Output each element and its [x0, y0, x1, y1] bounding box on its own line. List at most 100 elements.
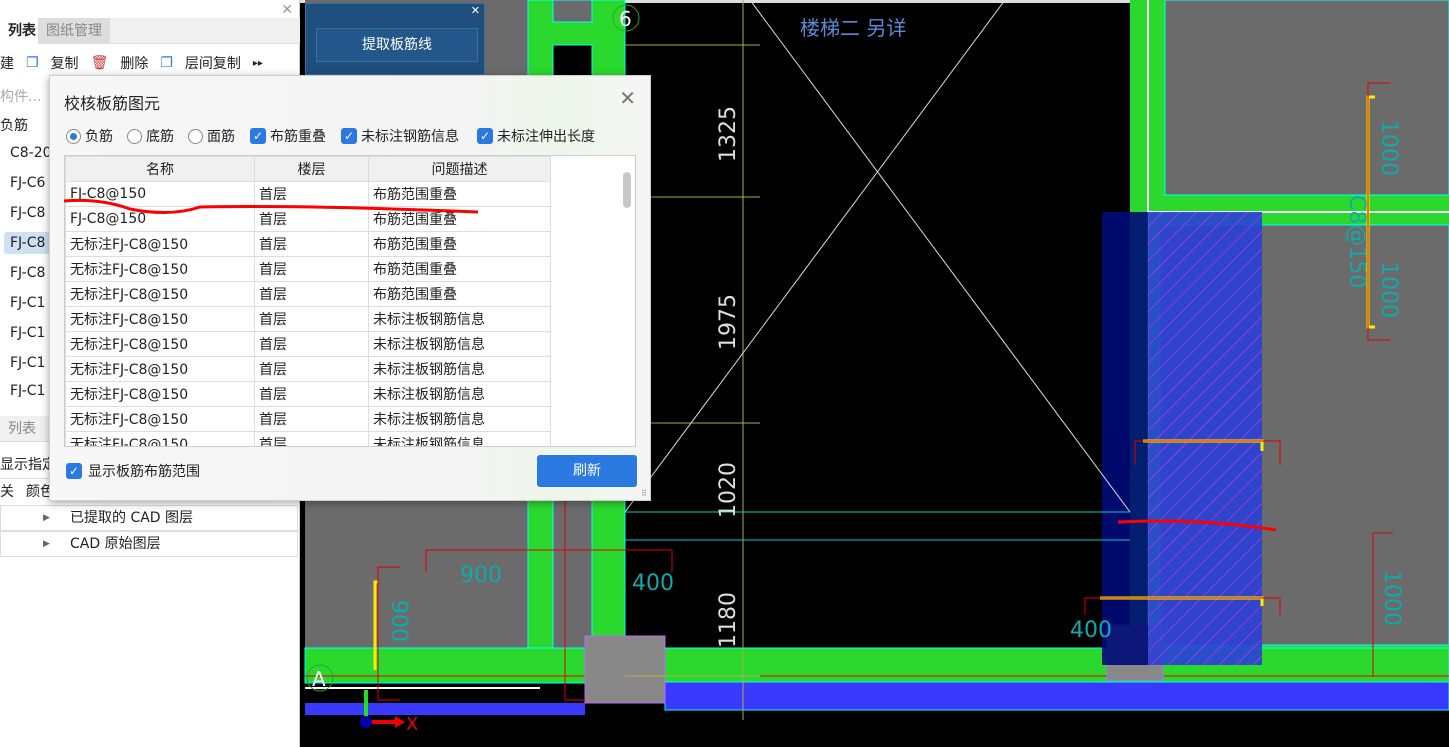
tree-item[interactable]: FJ-C1 — [10, 355, 45, 371]
cell-issue: 布筋范围重叠 — [368, 256, 551, 282]
cell-name: 无标注FJ-C8@150 — [65, 406, 255, 432]
tree-item[interactable]: FJ-C6 — [10, 175, 45, 191]
tree-item-selected[interactable]: FJ-C8 — [4, 232, 52, 254]
dim-1020: 1020 — [716, 462, 741, 518]
cell-floor: 首层 — [254, 431, 369, 446]
layer-row[interactable]: ▶ CAD 原始图层 — [0, 531, 298, 557]
cad-note: 楼梯二 另详 — [800, 16, 906, 40]
delete-icon: 🗑 — [90, 55, 109, 71]
table-row[interactable]: 无标注FJ-C8@150 首层 未标注板钢筋信息 — [65, 331, 551, 357]
col-on-off: 关 — [0, 484, 14, 500]
length-label: 900 — [386, 600, 411, 642]
resize-grip-icon[interactable]: ⠿ — [641, 489, 647, 498]
dim-1325: 1325 — [716, 106, 741, 162]
dim-1975: 1975 — [716, 294, 741, 350]
close-icon[interactable]: ✕ — [619, 86, 636, 110]
cell-name: 无标注FJ-C8@150 — [65, 331, 255, 357]
length-label: 400 — [1070, 618, 1112, 643]
table-row[interactable]: 无标注FJ-C8@150 首层 未标注板钢筋信息 — [65, 431, 551, 446]
cell-issue: 未标注板钢筋信息 — [368, 356, 551, 382]
axis-label-a: A — [312, 667, 326, 691]
cell-name: 无标注FJ-C8@150 — [65, 356, 255, 382]
cell-issue: 布筋范围重叠 — [368, 281, 551, 307]
length-label: 1000 — [1376, 262, 1401, 318]
check-rebar-dialog: 校核板筋图元 ✕ 负筋 底筋 面筋 ✓ 布筋重叠 ✓ 未标注钢筋信息 ✓ 未标注伸出长… — [49, 75, 651, 501]
tree-item[interactable]: C8-20 — [10, 145, 52, 161]
floor-copy-icon: ❐ — [160, 55, 173, 71]
extract-rebar-line-button[interactable]: 提取板筋线 — [316, 28, 478, 62]
length-label: 1000 — [1379, 570, 1404, 626]
layer-name: CAD 原始图层 — [70, 536, 161, 552]
close-icon[interactable]: ✕ — [471, 4, 480, 17]
length-label: 900 — [460, 563, 502, 588]
layer-name: 已提取的 CAD 图层 — [70, 510, 194, 526]
check-unlabeled-info[interactable]: ✓ 未标注钢筋信息 — [341, 126, 459, 146]
length-label: 1000 — [1376, 120, 1401, 176]
expand-icon[interactable]: ▶ — [43, 506, 50, 530]
radio-top[interactable]: 面筋 — [188, 126, 235, 146]
tree-item[interactable]: FJ-C1 — [10, 325, 45, 341]
check-icon: ✓ — [250, 128, 266, 144]
cell-issue: 未标注板钢筋信息 — [368, 406, 551, 432]
table-row[interactable]: 无标注FJ-C8@150 首层 未标注板钢筋信息 — [65, 381, 551, 407]
check-icon: ✓ — [341, 128, 357, 144]
refresh-button[interactable]: 刷新 — [537, 455, 637, 487]
filter-label[interactable]: 显示指定 — [0, 454, 56, 474]
tree-item[interactable]: FJ-C8 — [10, 265, 45, 281]
cell-name: 无标注FJ-C8@150 — [65, 231, 255, 257]
radio-negative[interactable]: 负筋 — [66, 126, 113, 146]
floor-copy-button[interactable]: 层间复制 — [185, 53, 241, 73]
tree-item[interactable]: FJ-C8 — [10, 205, 45, 221]
table-row[interactable]: 无标注FJ-C8@150 首层 未标注板钢筋信息 — [65, 406, 551, 432]
cell-floor: 首层 — [254, 356, 369, 382]
check-overlap[interactable]: ✓ 布筋重叠 — [250, 126, 326, 146]
cell-name: 无标注FJ-C8@150 — [65, 431, 255, 446]
toolbar: 建 ❐ 复制 🗑 删除 ❐ 层间复制 ▸▸ — [0, 50, 271, 76]
tree-root[interactable]: 负筋 — [0, 115, 28, 135]
radio-bottom[interactable]: 底筋 — [127, 126, 174, 146]
check-icon: ✓ — [66, 463, 82, 479]
copy-button[interactable]: 复制 — [51, 53, 79, 73]
col-name[interactable]: 名称 — [65, 156, 255, 182]
col-floor[interactable]: 楼层 — [254, 156, 369, 182]
table-row[interactable]: 无标注FJ-C8@150 首层 布筋范围重叠 — [65, 256, 551, 282]
table-row[interactable]: 无标注FJ-C8@150 首层 布筋范围重叠 — [65, 281, 551, 307]
check-unlabeled-length[interactable]: ✓ 未标注伸出长度 — [477, 126, 595, 146]
table-row[interactable]: 无标注FJ-C8@150 首层 未标注板钢筋信息 — [65, 356, 551, 382]
tree-item[interactable]: FJ-C1 — [10, 383, 45, 397]
dim-1180: 1180 — [716, 592, 741, 648]
cell-floor: 首层 — [254, 231, 369, 257]
cell-name: 无标注FJ-C8@150 — [65, 381, 255, 407]
show-range-checkbox[interactable]: ✓ 显示板筋布筋范围 — [66, 461, 200, 481]
expand-icon[interactable]: ▶ — [43, 532, 50, 556]
tree-item[interactable]: FJ-C1 — [10, 295, 45, 311]
cell-floor: 首层 — [254, 406, 369, 432]
search-input[interactable]: 构件... — [0, 86, 41, 106]
svg-text:X: X — [406, 714, 418, 735]
cell-name: 无标注FJ-C8@150 — [65, 306, 255, 332]
scrollbar[interactable] — [623, 172, 631, 208]
length-label: 400 — [632, 571, 674, 596]
layer-row[interactable]: ▶ 已提取的 CAD 图层 — [0, 505, 298, 531]
cell-issue: 未标注板钢筋信息 — [368, 381, 551, 407]
more-icon[interactable]: ▸▸ — [253, 58, 263, 69]
cell-floor: 首层 — [254, 306, 369, 332]
tab-list-bottom[interactable]: 列表 — [0, 416, 44, 442]
dialog-title: 校核板筋图元 — [64, 94, 161, 113]
cell-name: 无标注FJ-C8@150 — [65, 281, 255, 307]
col-issue[interactable]: 问题描述 — [368, 156, 551, 182]
new-button[interactable]: 建 — [0, 53, 14, 73]
copy-icon: ❐ — [26, 55, 39, 71]
close-icon[interactable]: ✕ — [281, 2, 293, 18]
cell-name: 无标注FJ-C8@150 — [65, 256, 255, 282]
cell-issue: 未标注板钢筋信息 — [368, 431, 551, 446]
rebar-label: C8@150 — [1344, 195, 1369, 288]
table-row[interactable]: 无标注FJ-C8@150 首层 布筋范围重叠 — [65, 231, 551, 257]
cell-issue: 布筋范围重叠 — [368, 231, 551, 257]
panel-tabs: 列表 图纸管理 — [0, 18, 300, 44]
axis-label-6: 6 — [619, 7, 632, 31]
delete-button[interactable]: 删除 — [120, 53, 148, 73]
cell-floor: 首层 — [254, 331, 369, 357]
table-row[interactable]: 无标注FJ-C8@150 首层 未标注板钢筋信息 — [65, 306, 551, 332]
tab-drawing-manage[interactable]: 图纸管理 — [38, 18, 110, 44]
